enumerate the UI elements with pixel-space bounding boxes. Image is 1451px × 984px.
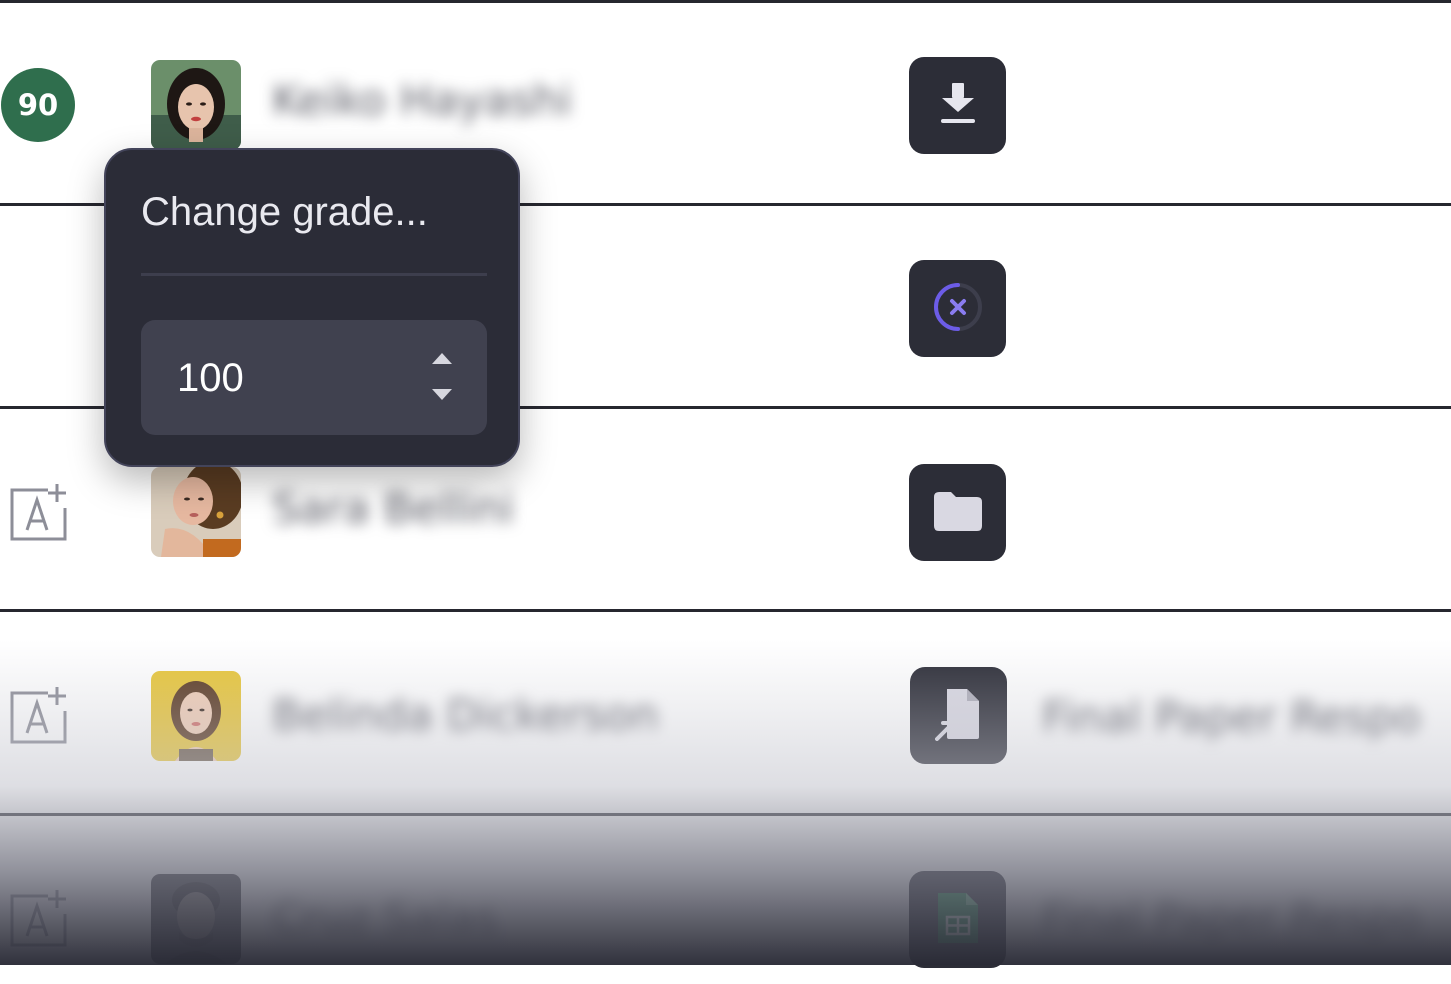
avatar — [151, 467, 241, 557]
add-grade-icon[interactable] — [10, 484, 68, 542]
student-name[interactable]: Cruz Salas — [272, 898, 498, 941]
popover-divider — [141, 273, 487, 276]
add-grade-icon[interactable] — [10, 890, 68, 948]
file-tile[interactable] — [909, 57, 1006, 154]
caret-down-icon — [431, 386, 453, 405]
file-name[interactable]: Final Paper Respo — [1042, 898, 1421, 941]
file-tile[interactable] — [910, 667, 1007, 764]
download-icon — [938, 81, 978, 131]
row-divider — [0, 813, 1451, 816]
file-name[interactable]: Final Paper Respo — [1042, 697, 1421, 740]
row-divider — [0, 609, 1451, 612]
missing-file-icon — [932, 281, 984, 337]
grade-stepper[interactable] — [425, 346, 459, 408]
file-shortcut-icon — [934, 687, 983, 745]
avatar — [151, 671, 241, 761]
avatar — [151, 60, 241, 150]
folder-icon — [932, 489, 984, 537]
caret-up-icon — [431, 350, 453, 369]
add-grade-icon[interactable] — [10, 687, 68, 745]
grade-number-input[interactable]: 100 — [141, 320, 487, 435]
file-tile[interactable] — [909, 464, 1006, 561]
grade-input-value: 100 — [177, 356, 244, 400]
spreadsheet-icon — [936, 891, 980, 949]
avatar — [151, 874, 241, 964]
change-grade-popover: Change grade... 100 — [104, 148, 520, 467]
decrement-button[interactable] — [425, 382, 459, 408]
student-name[interactable]: Keiko Hayashi — [272, 80, 572, 123]
row-divider — [0, 0, 1451, 3]
increment-button[interactable] — [425, 346, 459, 372]
student-name[interactable]: Sara Bellini — [272, 488, 514, 531]
file-tile[interactable] — [909, 260, 1006, 357]
popover-title: Change grade... — [141, 190, 428, 234]
file-tile[interactable] — [909, 871, 1006, 968]
grade-badge[interactable]: 90 — [1, 68, 75, 142]
student-name[interactable]: Belinda Dickerson — [272, 695, 659, 738]
